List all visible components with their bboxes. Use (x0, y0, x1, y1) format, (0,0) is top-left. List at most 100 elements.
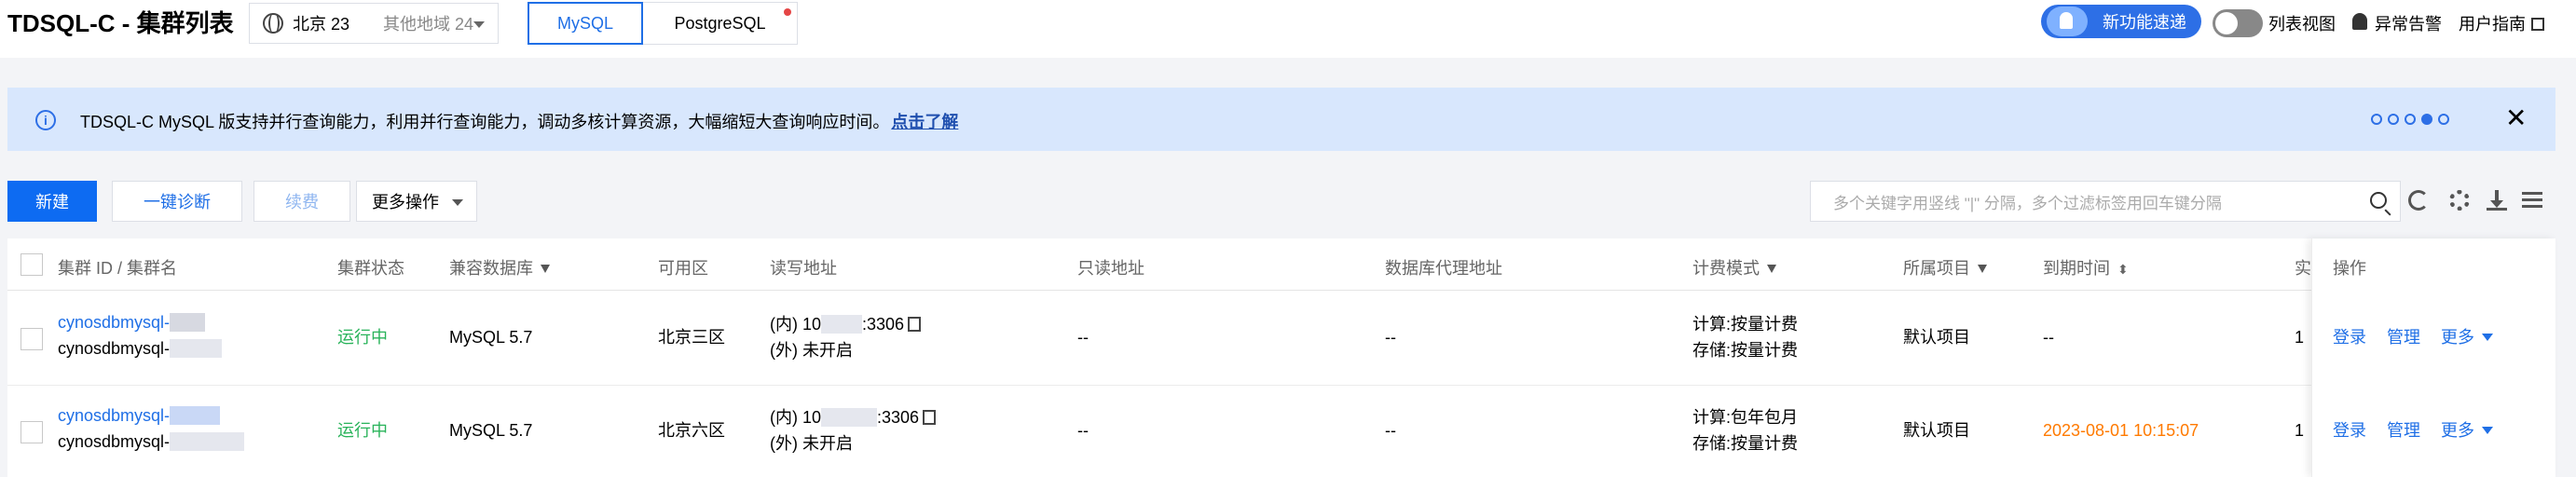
close-icon[interactable]: ✕ (2505, 104, 2527, 132)
chevron-down-icon (473, 21, 485, 28)
toggle-knob (2215, 12, 2238, 34)
cut-cell: 1 (2295, 328, 2305, 347)
chevron-down-icon (452, 199, 463, 206)
new-dot-badge (784, 8, 791, 16)
rw-outer: (外) 未开启 (770, 434, 853, 453)
cluster-id-name: cynosdbmysql- cynosdbmysql- (58, 309, 223, 361)
user-guide-link[interactable]: 用户指南 (2459, 11, 2544, 35)
copy-icon[interactable] (923, 410, 937, 425)
columns-icon[interactable] (2522, 190, 2542, 211)
banner-text-wrap: TDSQL-C MySQL 版支持并行查询能力，利用并行查询能力，调动多核计算资… (80, 109, 958, 133)
pager-dot[interactable] (2388, 114, 2399, 125)
rw-outer: (外) 未开启 (770, 341, 853, 360)
redacted (170, 432, 245, 451)
banner-text: TDSQL-C MySQL 版支持并行查询能力，利用并行查询能力，调动多核计算资… (80, 113, 890, 131)
diagnose-button[interactable]: 一键诊断 (112, 181, 242, 222)
bell-icon[interactable] (2352, 13, 2367, 30)
login-link[interactable]: 登录 (2333, 417, 2366, 442)
col-billing[interactable]: 计费模式 (1692, 255, 1776, 279)
billing-compute: 计算:按量计费 (1692, 315, 1799, 334)
copy-icon[interactable] (908, 317, 922, 332)
status-badge: 运行中 (337, 328, 388, 347)
col-project-label: 所属项目 (1903, 259, 1970, 278)
new-features-button[interactable]: 新功能速递 (2041, 5, 2201, 38)
alerts-link[interactable]: 异常告警 (2375, 11, 2442, 35)
banner-learn-more-link[interactable]: 点击了解 (891, 113, 958, 131)
search-placeholder: 多个关键字用竖线 "|" 分隔，多个过滤标签用回车键分隔 (1833, 194, 2222, 212)
gear-icon[interactable] (2449, 190, 2470, 211)
more-ops-label: 更多操作 (372, 193, 439, 211)
filter-icon[interactable] (541, 265, 550, 273)
refresh-icon[interactable] (2408, 190, 2429, 211)
row-checkbox[interactable] (21, 328, 43, 350)
manage-link[interactable]: 管理 (2387, 324, 2420, 348)
more-actions-label: 更多 (2441, 421, 2474, 440)
sort-icon[interactable]: ⬍ (2117, 262, 2129, 278)
cut-cell: 1 (2295, 421, 2305, 440)
proxy-address: -- (1385, 421, 1396, 440)
col-compat-db-label: 兼容数据库 (449, 259, 533, 278)
cluster-id-link[interactable]: cynosdbmysql- (58, 313, 170, 332)
project: 默认项目 (1903, 328, 1970, 347)
cluster-table: 集群 ID / 集群名 集群状态 兼容数据库 可用区 读写地址 只读地址 数据库… (7, 238, 2555, 477)
more-actions-label: 更多 (2441, 328, 2474, 347)
search-input[interactable]: 多个关键字用竖线 "|" 分隔，多个过滤标签用回车键分隔 (1810, 181, 2401, 222)
redacted (170, 339, 223, 358)
pager-dot[interactable] (2371, 114, 2382, 125)
external-link-icon (2531, 18, 2544, 31)
renew-button[interactable]: 续费 (253, 181, 350, 222)
pager-dot[interactable] (2405, 114, 2416, 125)
col-billing-label: 计费模式 (1692, 259, 1760, 278)
compat-db: MySQL 5.7 (449, 421, 533, 440)
col-expire[interactable]: 到期时间 ⬍ (2043, 255, 2129, 279)
ro-address: -- (1077, 421, 1089, 440)
region-current: 北京 23 (293, 15, 350, 34)
more-actions-dropdown[interactable]: 更多 (2441, 417, 2493, 442)
chevron-down-icon (2482, 427, 2493, 434)
page-title: TDSQL-C - 集群列表 (7, 9, 234, 37)
row-checkbox[interactable] (21, 421, 43, 443)
rw-address: (内) 10:3306 (外) 未开启 (770, 404, 937, 457)
region-other: 其他地域 24 (383, 15, 474, 34)
status-badge: 运行中 (337, 421, 388, 440)
col-rw-addr: 读写地址 (770, 259, 837, 278)
filter-icon[interactable] (1767, 265, 1776, 273)
col-compat-db[interactable]: 兼容数据库 (449, 255, 550, 279)
create-button[interactable]: 新建 (7, 181, 97, 222)
tab-postgresql[interactable]: PostgreSQL (643, 2, 798, 45)
rw-address: (内) 10:3306 (外) 未开启 (770, 311, 922, 363)
redacted (170, 313, 206, 332)
list-view-toggle[interactable] (2213, 9, 2263, 37)
cluster-id-link[interactable]: cynosdbmysql- (58, 406, 170, 425)
tab-mysql[interactable]: MySQL (528, 2, 643, 45)
new-features-label: 新功能速递 (2103, 13, 2186, 32)
rw-inner-port: :3306 (877, 408, 920, 427)
top-bar: TDSQL-C - 集群列表 北京 23 其他地域 24 MySQL Postg… (0, 0, 2576, 58)
col-expire-label: 到期时间 (2043, 259, 2110, 278)
login-link[interactable]: 登录 (2333, 324, 2366, 348)
more-actions-dropdown[interactable]: 更多 (2441, 324, 2493, 348)
billing-storage: 存储:按量计费 (1692, 341, 1799, 360)
list-view-label: 列表视图 (2268, 15, 2336, 34)
search-icon[interactable] (2370, 192, 2387, 209)
pager-dot[interactable] (2438, 114, 2449, 125)
globe-icon (263, 13, 283, 34)
pager-dot-active[interactable] (2421, 114, 2432, 125)
zone: 北京六区 (658, 421, 725, 440)
region-selector[interactable]: 北京 23 其他地域 24 (249, 3, 499, 44)
expire-time: 2023-08-01 10:15:07 (2043, 421, 2199, 440)
col-project[interactable]: 所属项目 (1903, 255, 1987, 279)
compat-db: MySQL 5.7 (449, 328, 533, 347)
billing-storage: 存储:按量计费 (1692, 434, 1799, 453)
download-icon[interactable] (2487, 190, 2507, 211)
filter-icon[interactable] (1978, 265, 1987, 273)
more-ops-dropdown[interactable]: 更多操作 (356, 181, 477, 222)
col-zone: 可用区 (658, 259, 708, 278)
col-cut: 实 (2295, 259, 2311, 278)
ops-column: 操作 登录 管理 更多 登录 管理 更多 (2311, 238, 2555, 477)
rw-inner-prefix: (内) 10 (770, 315, 822, 334)
select-all-checkbox[interactable] (21, 253, 43, 276)
ro-address: -- (1077, 328, 1089, 347)
toolbar: 新建 一键诊断 续费 更多操作 多个关键字用竖线 "|" 分隔，多个过滤标签用回… (7, 181, 2563, 222)
manage-link[interactable]: 管理 (2387, 417, 2420, 442)
